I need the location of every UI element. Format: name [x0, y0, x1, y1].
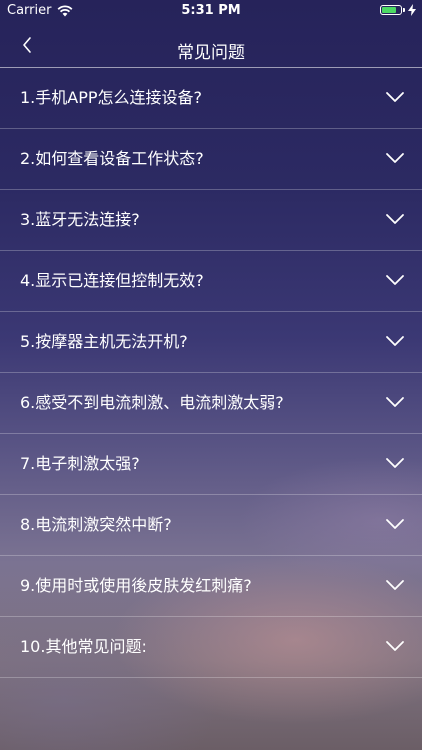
faq-question: 6.感受不到电流刺激、电流刺激太弱? [20, 393, 284, 412]
faq-item[interactable]: 3.蓝牙无法连接? [0, 190, 422, 251]
faq-item[interactable]: 2.如何查看设备工作状态? [0, 129, 422, 190]
chevron-down-icon[interactable] [385, 151, 405, 165]
chevron-down-icon[interactable] [385, 517, 405, 531]
battery-tip [403, 8, 405, 12]
faq-list: 1.手机APP怎么连接设备? 2.如何查看设备工作状态? 3.蓝牙无法连接? 4.显示… [0, 68, 422, 678]
faq-item[interactable]: 1.手机APP怎么连接设备? [0, 68, 422, 129]
chevron-down-icon[interactable] [385, 273, 405, 287]
chevron-down-icon[interactable] [385, 90, 405, 104]
faq-question: 2.如何查看设备工作状态? [20, 149, 204, 168]
faq-question: 9.使用时或使用後皮肤发红刺痛? [20, 576, 252, 595]
faq-item[interactable]: 4.显示已连接但控制无效? [0, 251, 422, 312]
faq-item[interactable]: 7.电子刺激太强? [0, 434, 422, 495]
chevron-down-icon[interactable] [385, 212, 405, 226]
chevron-down-icon[interactable] [385, 395, 405, 409]
chevron-down-icon[interactable] [385, 639, 405, 653]
charging-bolt-icon [408, 4, 416, 16]
faq-item[interactable]: 6.感受不到电流刺激、电流刺激太弱? [0, 373, 422, 434]
faq-item[interactable]: 9.使用时或使用後皮肤发红刺痛? [0, 556, 422, 617]
faq-question: 3.蓝牙无法连接? [20, 210, 140, 229]
chevron-down-icon[interactable] [385, 334, 405, 348]
faq-item[interactable]: 10.其他常见问题: [0, 617, 422, 678]
nav-bar: 常见问题 [0, 22, 422, 66]
faq-question: 7.电子刺激太强? [20, 454, 140, 473]
faq-question: 10.其他常见问题: [20, 637, 147, 656]
faq-question: 5.按摩器主机无法开机? [20, 332, 188, 351]
battery-icon [380, 5, 402, 15]
status-time: 5:31 PM [181, 3, 241, 18]
faq-item[interactable]: 8.电流刺激突然中断? [0, 495, 422, 556]
faq-question: 8.电流刺激突然中断? [20, 515, 172, 534]
battery-fill [382, 7, 397, 13]
chevron-down-icon[interactable] [385, 578, 405, 592]
chevron-down-icon[interactable] [385, 456, 405, 470]
status-right [380, 4, 416, 16]
faq-question: 4.显示已连接但控制无效? [20, 271, 204, 290]
faq-item[interactable]: 5.按摩器主机无法开机? [0, 312, 422, 373]
status-bar: Carrier 5:31 PM [0, 0, 422, 22]
faq-question: 1.手机APP怎么连接设备? [20, 88, 203, 107]
page-title: 常见问题 [177, 43, 245, 63]
